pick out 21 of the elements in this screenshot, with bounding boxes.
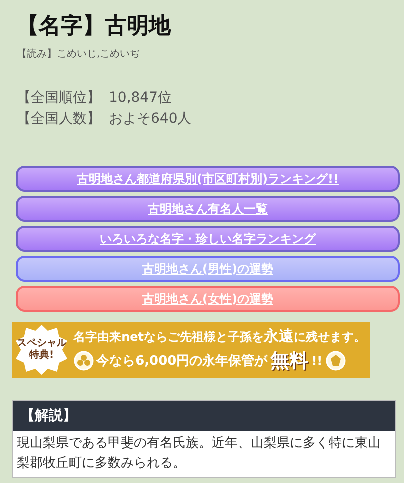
stat-value: 10,847位 (109, 90, 172, 106)
special-badge: スペシャル 特典! (16, 325, 68, 375)
free-label: 無料 (270, 348, 309, 374)
promo-banner[interactable]: スペシャル 特典! 名字由来netならご先祖様と子孫を永遠に残せます。 今なら6,000円の永年保管が無料!! (12, 322, 370, 378)
crest-icon (74, 350, 94, 370)
stat-value: およそ640人 (109, 111, 192, 127)
link-button[interactable]: 古明地さん(女性)の運勢 (16, 286, 400, 312)
link-button[interactable]: 古明地さん都道府県別(市区町村別)ランキング!! (16, 166, 400, 192)
exclaim-text: !! (312, 354, 323, 368)
explanation-heading: 【解説】 (13, 401, 395, 431)
reading-text: 【読み】こめいじ,こめいぢ (17, 48, 142, 62)
banner-offer-text: 今なら6,000円の永年保管が (96, 352, 268, 370)
crest-icon (326, 350, 346, 370)
link-button[interactable]: 古明地さん有名人一覧 (16, 196, 400, 222)
stat-label: 【全国人数】 (17, 111, 101, 127)
link-button[interactable]: 古明地さん(男性)の運勢 (16, 256, 400, 282)
link-button[interactable]: いろいろな名字・珍しい名字ランキング (16, 226, 400, 252)
stat-label: 【全国順位】 (17, 90, 101, 106)
banner-headline: 名字由来netならご先祖様と子孫を永遠に残せます。 (74, 326, 366, 346)
explanation-text: 現山梨県である甲斐の有名氏族。近年、山梨県に多く特に東山梨郡牧丘町に多数みられる。 (16, 435, 382, 473)
surname-title: 【名字】古明地 (17, 12, 172, 41)
